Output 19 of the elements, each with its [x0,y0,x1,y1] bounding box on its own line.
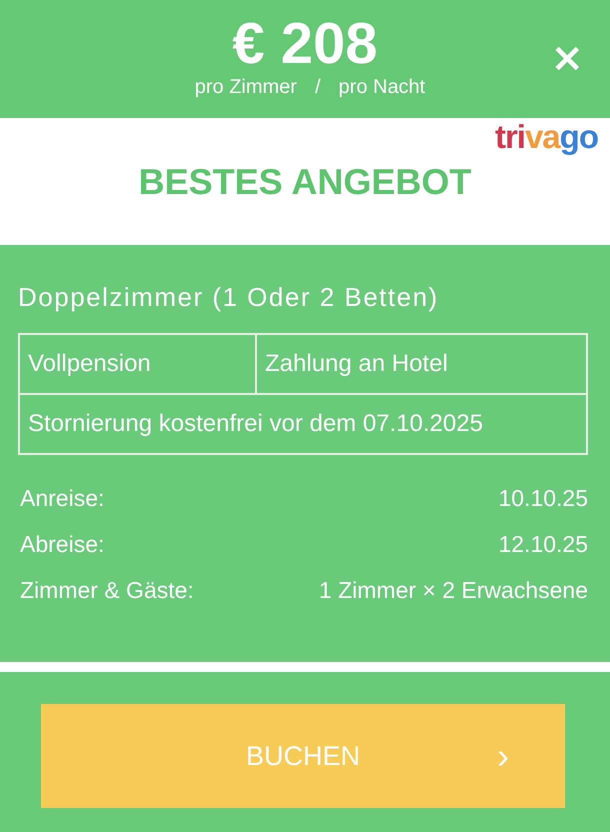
room-title: Doppelzimmer (1 Oder 2 Betten) [18,281,440,314]
detail-label: Abreise: [20,530,104,558]
per-room-label: pro Zimmer [194,76,297,99]
banner-title: BESTES ANGEBOT [138,160,472,204]
detail-label: Anreise: [20,484,104,512]
per-night-label: pro Nacht [338,76,426,99]
close-button[interactable]: × [546,38,588,78]
price: € 208 [232,12,378,76]
detail-value: 1 Zimmer × 2 Erwachsene [318,576,588,604]
table-cell: Vollpension [20,335,257,393]
detail-value: 12.10.25 [498,530,588,558]
logo: trivago [494,118,598,156]
detail-value: 10.10.25 [498,484,588,512]
table-cell: Stornierung kostenfrei vor dem 07.10.2025 [20,393,586,453]
book-button[interactable]: BUCHEN › [41,704,565,808]
chevron-icon: › [497,735,509,777]
separator: / [314,76,321,99]
detail-label: Zimmer & Gäste: [20,576,194,604]
table-cell-text: Zahlung an Hotel [264,349,449,379]
